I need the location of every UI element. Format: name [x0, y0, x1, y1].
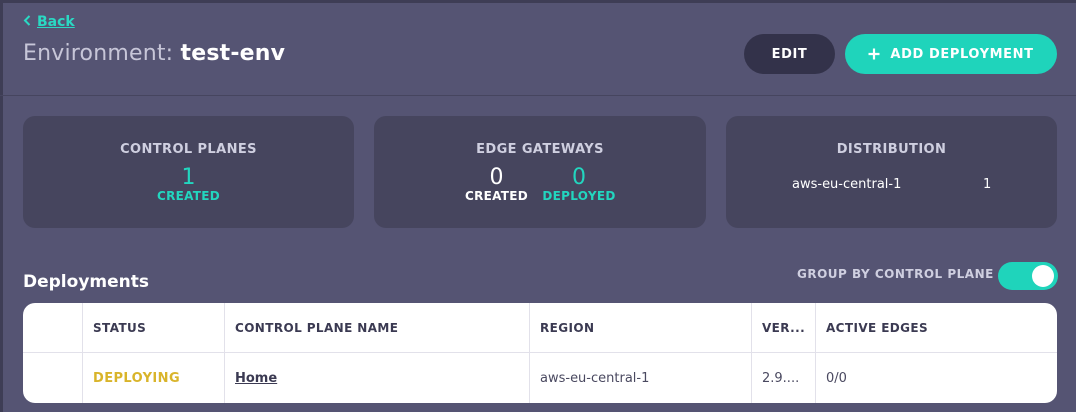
add-deployment-label: ADD DEPLOYMENT [890, 46, 1034, 62]
group-by-control-plane-label: GROUP BY CONTROL PLANE [797, 267, 994, 281]
edit-button[interactable]: EDIT [744, 34, 835, 74]
window-left-edge [0, 0, 3, 412]
control-planes-title: CONTROL PLANES [120, 142, 257, 157]
toggle-knob [1032, 265, 1054, 287]
header-divider [0, 95, 1076, 96]
distribution-count: 1 [983, 177, 992, 192]
edit-button-label: EDIT [771, 46, 808, 62]
column-header-region[interactable]: REGION [530, 303, 751, 353]
control-plane-link[interactable]: Home [235, 371, 277, 386]
table-row-version: 2.9.... [762, 370, 800, 386]
page-title-prefix: Environment: [23, 41, 181, 66]
deployments-heading: Deployments [23, 272, 149, 292]
control-planes-created-label: CREATED [156, 189, 221, 203]
back-link[interactable]: Back [23, 14, 75, 30]
edge-gateways-title: EDGE GATEWAYS [476, 142, 604, 157]
distribution-region: aws-eu-central-1 [792, 177, 902, 192]
environment-name: test-env [180, 41, 286, 66]
edge-gateways-created-label: CREATED [464, 189, 529, 203]
row-expand-cell[interactable] [23, 353, 82, 403]
page-title: Environment: test-env [23, 40, 285, 68]
column-header-version[interactable]: VER... [752, 303, 815, 353]
control-planes-created-value: 1 [181, 165, 196, 190]
control-planes-card: CONTROL PLANES 1 CREATED [23, 116, 354, 228]
column-header-active-edges[interactable]: ACTIVE EDGES [816, 303, 1057, 353]
edge-gateways-deployed-label: DEPLOYED [542, 189, 616, 203]
column-header-status[interactable]: STATUS [83, 303, 224, 353]
table-row-name: Home [225, 353, 529, 403]
deployments-table: STATUS CONTROL PLANE NAME REGION VER... … [23, 303, 1057, 403]
back-label: Back [37, 14, 75, 30]
add-deployment-button[interactable]: ADD DEPLOYMENT [845, 34, 1057, 74]
status-badge: DEPLOYING [93, 370, 181, 386]
table-row-active-edges: 0/0 [826, 370, 847, 386]
table-row-region: aws-eu-central-1 [540, 370, 650, 386]
edge-gateways-card: EDGE GATEWAYS 0 CREATED 0 DEPLOYED [374, 116, 706, 228]
distribution-card: DISTRIBUTION aws-eu-central-1 1 [726, 116, 1057, 228]
table-row-status: DEPLOYING [83, 353, 224, 403]
group-by-control-plane-toggle[interactable] [998, 262, 1058, 290]
window-top-edge [0, 0, 1076, 3]
distribution-title: DISTRIBUTION [836, 142, 947, 157]
chevron-left-icon [23, 14, 31, 30]
plus-icon [868, 43, 880, 63]
edge-gateways-deployed-value: 0 [572, 165, 586, 190]
column-header-control-plane-name[interactable]: CONTROL PLANE NAME [225, 303, 529, 353]
edge-gateways-created-value: 0 [489, 165, 504, 190]
